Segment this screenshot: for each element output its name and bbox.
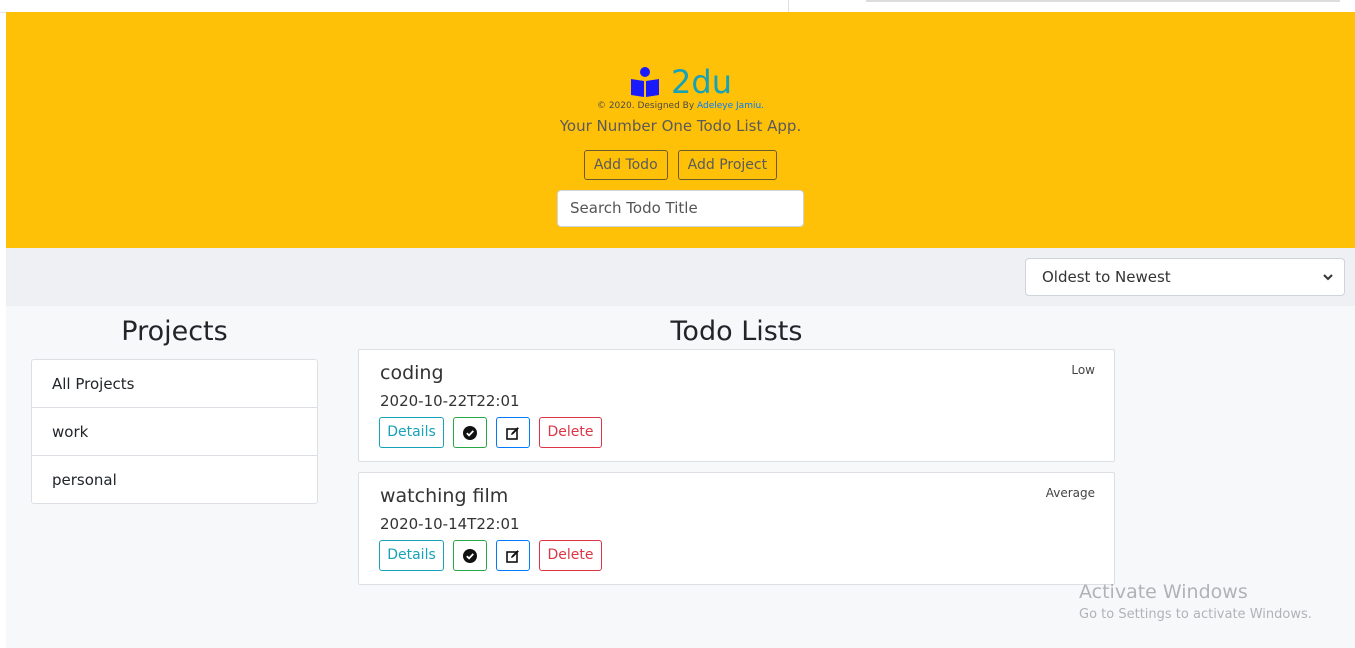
project-list: All Projects work personal: [31, 359, 318, 504]
windows-activation-watermark: Activate Windows Go to Settings to activ…: [1079, 581, 1312, 622]
watermark-title: Activate Windows: [1079, 581, 1248, 603]
todo-card: watching film 2020-10-14T22:01 Average D…: [358, 472, 1115, 585]
search-input[interactable]: Search Todo Title: [557, 190, 804, 227]
todo-date: 2020-10-14T22:01: [380, 515, 520, 533]
edit-icon: [506, 549, 519, 563]
sort-bar: Oldest to Newest: [6, 248, 1355, 306]
todo-priority: Average: [1045, 486, 1095, 500]
mark-done-button[interactable]: [453, 417, 487, 448]
todo-priority: Low: [1071, 363, 1095, 377]
check-circle-icon: [463, 425, 477, 440]
tagline: Your Number One Todo List App.: [559, 117, 802, 135]
project-item-work[interactable]: work: [31, 407, 318, 456]
delete-button[interactable]: Delete: [539, 417, 602, 448]
todo-title: coding: [380, 362, 444, 384]
app-header: 2du © 2020. Designed By Adeleye Jamiu. Y…: [6, 12, 1355, 248]
edit-button[interactable]: [496, 540, 530, 571]
todo-date: 2020-10-22T22:01: [380, 392, 520, 410]
projects-heading: Projects: [121, 316, 228, 347]
project-item-personal[interactable]: personal: [31, 455, 318, 504]
credit-line: © 2020. Designed By Adeleye Jamiu.: [6, 101, 1355, 111]
mark-done-button[interactable]: [453, 540, 487, 571]
edit-button[interactable]: [496, 417, 530, 448]
todo-title: watching film: [380, 485, 509, 507]
author-link[interactable]: Adeleye Jamiu.: [697, 101, 764, 111]
top-bar-edge: [866, 0, 1340, 2]
sort-selected-value: Oldest to Newest: [1042, 268, 1171, 286]
reader-icon: [631, 67, 660, 97]
watermark-subtitle: Go to Settings to activate Windows.: [1079, 607, 1312, 622]
chevron-down-icon: [1323, 274, 1333, 281]
app-name: 2du: [671, 63, 732, 101]
brand: 2du: [6, 64, 1355, 104]
add-todo-button[interactable]: Add Todo: [583, 150, 668, 180]
delete-button[interactable]: Delete: [539, 540, 602, 571]
top-divider: [788, 0, 789, 12]
details-button[interactable]: Details: [379, 540, 444, 571]
details-button[interactable]: Details: [379, 417, 444, 448]
check-circle-icon: [463, 548, 477, 563]
add-project-button[interactable]: Add Project: [677, 150, 778, 180]
sort-select[interactable]: Oldest to Newest: [1025, 258, 1345, 296]
project-item-all-projects[interactable]: All Projects: [31, 359, 318, 408]
todo-card: coding 2020-10-22T22:01 Low Details Dele…: [358, 349, 1115, 462]
credit-prefix: © 2020. Designed By: [596, 101, 695, 111]
edit-icon: [506, 426, 519, 440]
header-actions: Add Todo Add Project: [6, 150, 1355, 180]
todo-lists-heading: Todo Lists: [670, 316, 803, 347]
